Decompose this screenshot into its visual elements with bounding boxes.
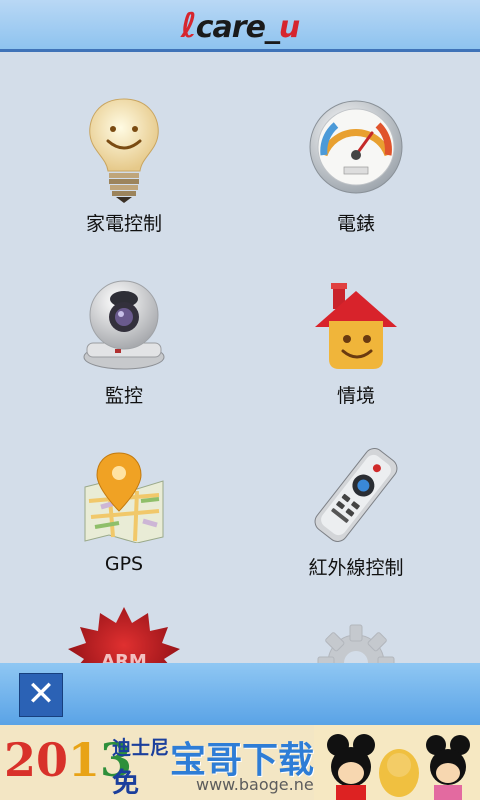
tile-infrared-control[interactable]: 紅外線控制 — [256, 447, 456, 607]
tile-label: 電錶 — [336, 213, 375, 235]
tile-label: 家電控制 — [85, 213, 162, 235]
close-button[interactable]: ✕ — [19, 673, 63, 717]
tile-settings[interactable] — [256, 623, 456, 665]
smiley-house-icon — [315, 283, 397, 369]
tile-label: 紅外線控制 — [308, 557, 404, 579]
app-logo: ℓcare_u — [180, 6, 301, 46]
tile-arm[interactable]: ARM — [24, 607, 224, 665]
tile-appliance-control[interactable]: 家電控制 — [24, 95, 224, 255]
ad-free-text: 免 — [112, 768, 139, 799]
tile-label: 情境 — [336, 385, 375, 407]
tile-scenario[interactable]: 情境 — [256, 277, 456, 437]
settings-gear-icon — [317, 624, 395, 665]
menu-grid: 家電控制 電錶 監控 情境 GPS 紅外線控制 ARM — [0, 55, 480, 665]
ad-cartoon-characters-image — [314, 725, 480, 800]
gps-map-pin-icon — [84, 452, 164, 543]
tile-surveillance[interactable]: 監控 — [24, 277, 224, 437]
tile-label: GPS — [104, 553, 144, 575]
ad-banner[interactable]: 2013 迪士尼 免 宝哥下载 www.baoge.net — [0, 725, 480, 800]
app-header: ℓcare_u — [0, 0, 480, 52]
ad-disney-text: 迪士尼 — [112, 737, 170, 759]
security-camera-icon — [83, 280, 165, 370]
tile-gps[interactable]: GPS — [24, 451, 224, 611]
ad-url: www.baoge.net — [196, 775, 320, 794]
tile-power-meter[interactable]: 電錶 — [256, 95, 456, 255]
bottom-toolbar: ✕ — [0, 663, 480, 725]
power-meter-gauge-icon — [309, 100, 403, 194]
tile-label: 監控 — [104, 385, 143, 407]
lightbulb-smiley-icon — [89, 98, 159, 203]
arm-badge-icon: ARM — [68, 607, 180, 665]
infrared-remote-icon — [314, 448, 398, 542]
